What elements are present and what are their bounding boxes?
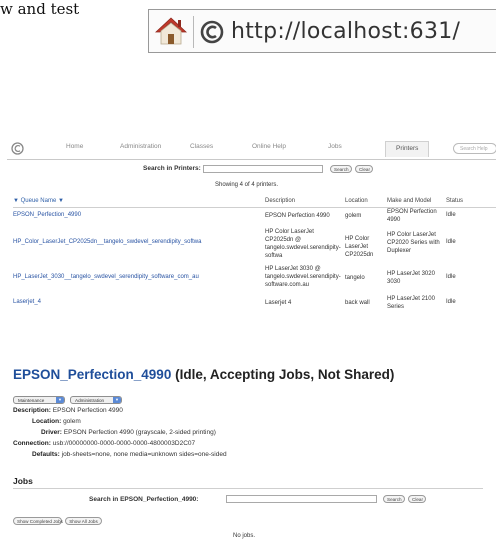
detail-description-row: Description: EPSON Perfection 4990 [13,407,123,414]
table-header-row: ▼ Queue Name ▼ Description Location Make… [13,198,496,208]
jobs-search-button[interactable]: Search [383,495,405,503]
printer-description: HP LaserJet 3030 @ tangelo.swdevel.seren… [265,266,341,288]
printers-clear-button[interactable]: Clear [355,165,373,173]
administration-select-label: Administration [75,398,105,403]
printer-description: EPSON Perfection 4990 [265,213,330,219]
cups-logo-icon[interactable] [11,142,24,155]
detail-key: Location: [32,418,62,425]
printers-search-input[interactable] [203,165,323,173]
home-icon[interactable] [155,15,187,47]
jobs-divider [13,488,483,489]
printers-search-button[interactable]: Search [330,165,352,173]
printer-model: EPSON Perfection 4990 [387,209,437,223]
jobs-search-label: Search in EPSON_Perfection_4990: [89,496,199,503]
tab-classes[interactable]: Classes [190,143,213,150]
printer-description: HP Color LaserJet CP2025dn @ tangelo.swd… [265,229,341,259]
no-jobs-text: No jobs. [233,533,256,539]
url-text[interactable]: http://localhost:631/ [231,19,460,44]
printer-detail-state: (Idle, Accepting Jobs, Not Shared) [175,367,395,382]
printer-location: HP Color LaserJet CP2025dn [345,236,374,258]
printer-location: tangelo [345,275,365,281]
document-text-fragment: w and test [0,0,80,18]
url-bar-divider [193,16,194,48]
chevron-down-icon: ▼ [113,397,121,403]
tab-administration[interactable]: Administration [120,143,161,150]
detail-key: Defaults: [32,451,60,458]
detail-key: Driver: [41,429,62,436]
detail-location-row: Location: golem [32,418,81,425]
cups-nav-tabbar: Home Administration Classes Online Help … [7,140,496,160]
detail-driver-row: Driver: EPSON Perfection 4990 (grayscale… [41,429,216,436]
maintenance-select[interactable]: Maintenance ▼ [13,396,65,404]
help-search-input[interactable]: Search Help [453,143,496,154]
col-location: Location [345,198,368,204]
detail-value: job-sheets=none, none media=unknown side… [61,451,227,458]
printer-location: golem [345,213,362,219]
printer-detail-title: EPSON_Perfection_4990 (Idle, Accepting J… [13,367,394,382]
printer-description: Laserjet 4 [265,300,292,306]
printer-link[interactable]: HP_Color_LaserJet_CP2025dn__tangelo_swde… [13,239,201,245]
detail-value: EPSON Perfection 4990 [52,407,123,414]
jobs-heading: Jobs [13,476,33,486]
printer-model: HP Color LaserJet CP2020 Series with Dup… [387,232,440,254]
detail-value: EPSON Perfection 4990 (grayscale, 2-side… [63,429,216,436]
maintenance-select-label: Maintenance [18,398,45,403]
detail-key: Description: [13,407,51,414]
printers-search-label: Search in Printers: [143,165,201,172]
printer-status: Idle [446,239,456,245]
col-status: Status [446,198,464,204]
printer-detail-name[interactable]: EPSON_Perfection_4990 [13,367,171,382]
col-make-model: Make and Model [387,198,432,204]
printer-status: Idle [446,274,456,280]
detail-value: golem [63,418,81,425]
detail-defaults-row: Defaults: job-sheets=none, none media=un… [32,451,227,458]
detail-value: usb://00000000-0000-0000-0000-4800003D2C… [52,440,196,447]
tab-jobs[interactable]: Jobs [328,143,342,150]
printer-link[interactable]: EPSON_Perfection_4990 [13,212,81,218]
jobs-search-input[interactable] [226,495,377,503]
browser-url-bar[interactable]: http://localhost:631/ [148,9,496,53]
printer-model: HP LaserJet 2100 Series [387,296,435,310]
printer-link[interactable]: Laserjet_4 [13,299,41,305]
tab-online-help[interactable]: Online Help [252,143,286,150]
tab-printers[interactable]: Printers [385,141,430,157]
detail-key: Connection: [13,440,51,447]
detail-connection-row: Connection: usb://00000000-0000-0000-000… [13,440,195,447]
tab-home[interactable]: Home [66,143,83,150]
printer-model: HP LaserJet 3020 3030 [387,271,435,285]
printer-status: Idle [446,212,456,218]
show-all-jobs-button[interactable]: Show All Jobs [65,517,102,525]
col-queue-name[interactable]: ▼ Queue Name ▼ [13,198,64,204]
printer-link[interactable]: HP_LaserJet_3030__tangelo_swdevel_serend… [13,274,199,280]
show-completed-jobs-button[interactable]: Show Completed Jobs [13,517,63,525]
printer-location: back wall [345,300,370,306]
printer-status: Idle [446,299,456,305]
chevron-down-icon: ▼ [56,397,64,403]
col-description: Description [265,198,296,204]
printers-count-text: Showing 4 of 4 printers. [215,182,279,188]
cups-site-icon [200,20,224,44]
administration-select[interactable]: Administration ▼ [70,396,122,404]
jobs-clear-button[interactable]: Clear [408,495,426,503]
